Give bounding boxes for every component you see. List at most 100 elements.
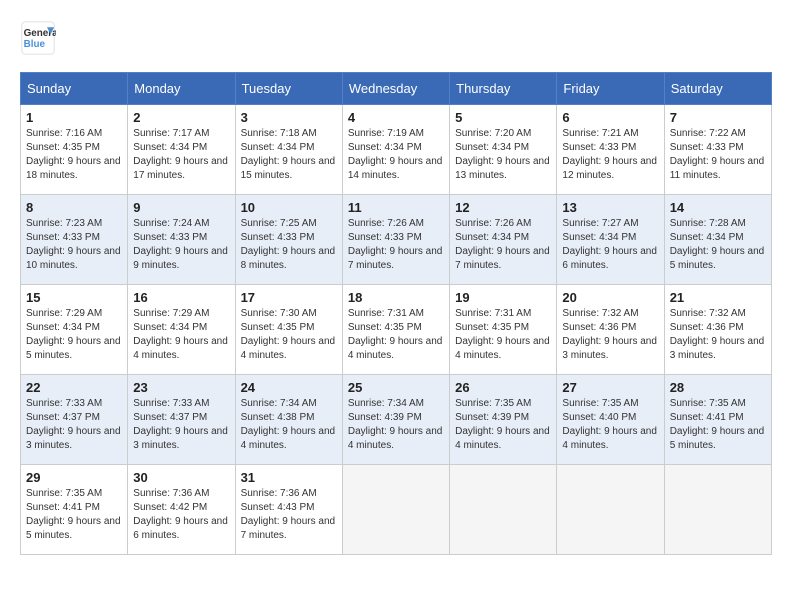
day-info: Sunrise: 7:23 AMSunset: 4:33 PMDaylight:… [26, 217, 122, 273]
day-number: 11 [348, 200, 444, 215]
day-info: Sunrise: 7:34 AMSunset: 4:39 PMDaylight:… [348, 397, 444, 453]
weekday-header-sunday: Sunday [21, 73, 128, 105]
calendar-table: SundayMondayTuesdayWednesdayThursdayFrid… [20, 72, 772, 555]
calendar-cell: 22 Sunrise: 7:33 AMSunset: 4:37 PMDayligh… [21, 375, 128, 465]
day-number: 22 [26, 380, 122, 395]
day-info: Sunrise: 7:27 AMSunset: 4:34 PMDaylight:… [562, 217, 658, 273]
calendar-cell: 18 Sunrise: 7:31 AMSunset: 4:35 PMDayligh… [342, 285, 449, 375]
calendar-cell: 2 Sunrise: 7:17 AMSunset: 4:34 PMDaylight… [128, 105, 235, 195]
day-number: 17 [241, 290, 337, 305]
day-number: 26 [455, 380, 551, 395]
day-number: 12 [455, 200, 551, 215]
weekday-header-row: SundayMondayTuesdayWednesdayThursdayFrid… [21, 73, 772, 105]
day-number: 31 [241, 470, 337, 485]
calendar-cell: 25 Sunrise: 7:34 AMSunset: 4:39 PMDayligh… [342, 375, 449, 465]
day-number: 2 [133, 110, 229, 125]
day-number: 25 [348, 380, 444, 395]
day-info: Sunrise: 7:28 AMSunset: 4:34 PMDaylight:… [670, 217, 766, 273]
calendar-cell: 21Sunrise: 7:32 AMSunset: 4:36 PMDayligh… [664, 285, 771, 375]
day-number: 7 [670, 110, 766, 125]
day-number: 14 [670, 200, 766, 215]
day-info: Sunrise: 7:25 AMSunset: 4:33 PMDaylight:… [241, 217, 337, 273]
calendar-row: 15Sunrise: 7:29 AMSunset: 4:34 PMDayligh… [21, 285, 772, 375]
calendar-cell: 4Sunrise: 7:19 AMSunset: 4:34 PMDaylight… [342, 105, 449, 195]
day-number: 30 [133, 470, 229, 485]
calendar-cell [450, 465, 557, 555]
weekday-header-wednesday: Wednesday [342, 73, 449, 105]
day-info: Sunrise: 7:35 AMSunset: 4:41 PMDaylight:… [26, 487, 122, 543]
day-info: Sunrise: 7:16 AMSunset: 4:35 PMDaylight:… [26, 127, 122, 183]
day-number: 4 [348, 110, 444, 125]
day-number: 13 [562, 200, 658, 215]
day-info: Sunrise: 7:33 AMSunset: 4:37 PMDaylight:… [133, 397, 229, 453]
weekday-header-monday: Monday [128, 73, 235, 105]
day-info: Sunrise: 7:32 AMSunset: 4:36 PMDaylight:… [562, 307, 658, 363]
calendar-cell: 31 Sunrise: 7:36 AMSunset: 4:43 PMDayligh… [235, 465, 342, 555]
weekday-header-friday: Friday [557, 73, 664, 105]
day-info: Sunrise: 7:26 AMSunset: 4:34 PMDaylight:… [455, 217, 551, 273]
calendar-cell: 13 Sunrise: 7:27 AMSunset: 4:34 PMDayligh… [557, 195, 664, 285]
calendar-cell: 7Sunrise: 7:22 AMSunset: 4:33 PMDaylight… [664, 105, 771, 195]
day-number: 8 [26, 200, 122, 215]
calendar-cell: 5 Sunrise: 7:20 AMSunset: 4:34 PMDaylight… [450, 105, 557, 195]
day-info: Sunrise: 7:36 AMSunset: 4:42 PMDaylight:… [133, 487, 229, 543]
day-info: Sunrise: 7:35 AMSunset: 4:41 PMDaylight:… [670, 397, 766, 453]
day-number: 9 [133, 200, 229, 215]
day-info: Sunrise: 7:26 AMSunset: 4:33 PMDaylight:… [348, 217, 444, 273]
day-number: 21 [670, 290, 766, 305]
weekday-header-tuesday: Tuesday [235, 73, 342, 105]
calendar-row: 29 Sunrise: 7:35 AMSunset: 4:41 PMDayligh… [21, 465, 772, 555]
calendar-cell: 24Sunrise: 7:34 AMSunset: 4:38 PMDayligh… [235, 375, 342, 465]
day-number: 5 [455, 110, 551, 125]
logo-icon: General Blue [20, 20, 56, 56]
day-info: Sunrise: 7:29 AMSunset: 4:34 PMDaylight:… [133, 307, 229, 363]
logo: General Blue [20, 20, 56, 56]
day-number: 29 [26, 470, 122, 485]
day-number: 1 [26, 110, 122, 125]
day-info: Sunrise: 7:20 AMSunset: 4:34 PMDaylight:… [455, 127, 551, 183]
calendar-cell: 29 Sunrise: 7:35 AMSunset: 4:41 PMDayligh… [21, 465, 128, 555]
day-info: Sunrise: 7:33 AMSunset: 4:37 PMDaylight:… [26, 397, 122, 453]
day-info: Sunrise: 7:21 AMSunset: 4:33 PMDaylight:… [562, 127, 658, 183]
calendar-cell: 14 Sunrise: 7:28 AMSunset: 4:34 PMDayligh… [664, 195, 771, 285]
day-info: Sunrise: 7:18 AMSunset: 4:34 PMDaylight:… [241, 127, 337, 183]
day-number: 19 [455, 290, 551, 305]
calendar-row: 8 Sunrise: 7:23 AMSunset: 4:33 PMDaylight… [21, 195, 772, 285]
calendar-cell: 17 Sunrise: 7:30 AMSunset: 4:35 PMDayligh… [235, 285, 342, 375]
calendar-cell [342, 465, 449, 555]
calendar-cell: 9 Sunrise: 7:24 AMSunset: 4:33 PMDaylight… [128, 195, 235, 285]
day-info: Sunrise: 7:35 AMSunset: 4:40 PMDaylight:… [562, 397, 658, 453]
calendar-cell: 20 Sunrise: 7:32 AMSunset: 4:36 PMDayligh… [557, 285, 664, 375]
day-info: Sunrise: 7:31 AMSunset: 4:35 PMDaylight:… [348, 307, 444, 363]
calendar-cell: 23 Sunrise: 7:33 AMSunset: 4:37 PMDayligh… [128, 375, 235, 465]
calendar-cell: 12 Sunrise: 7:26 AMSunset: 4:34 PMDayligh… [450, 195, 557, 285]
day-info: Sunrise: 7:30 AMSunset: 4:35 PMDaylight:… [241, 307, 337, 363]
day-info: Sunrise: 7:17 AMSunset: 4:34 PMDaylight:… [133, 127, 229, 183]
day-number: 23 [133, 380, 229, 395]
calendar-cell [557, 465, 664, 555]
calendar-cell: 3 Sunrise: 7:18 AMSunset: 4:34 PMDaylight… [235, 105, 342, 195]
calendar-cell: 27Sunrise: 7:35 AMSunset: 4:40 PMDayligh… [557, 375, 664, 465]
calendar-cell: 15Sunrise: 7:29 AMSunset: 4:34 PMDayligh… [21, 285, 128, 375]
day-number: 6 [562, 110, 658, 125]
calendar-cell: 16Sunrise: 7:29 AMSunset: 4:34 PMDayligh… [128, 285, 235, 375]
day-number: 20 [562, 290, 658, 305]
day-number: 24 [241, 380, 337, 395]
calendar-cell: 11 Sunrise: 7:26 AMSunset: 4:33 PMDayligh… [342, 195, 449, 285]
calendar-row: 22 Sunrise: 7:33 AMSunset: 4:37 PMDayligh… [21, 375, 772, 465]
day-number: 3 [241, 110, 337, 125]
calendar-cell: 10Sunrise: 7:25 AMSunset: 4:33 PMDayligh… [235, 195, 342, 285]
calendar-cell: 19 Sunrise: 7:31 AMSunset: 4:35 PMDayligh… [450, 285, 557, 375]
day-info: Sunrise: 7:24 AMSunset: 4:33 PMDaylight:… [133, 217, 229, 273]
calendar-cell: 1 Sunrise: 7:16 AMSunset: 4:35 PMDaylight… [21, 105, 128, 195]
day-info: Sunrise: 7:29 AMSunset: 4:34 PMDaylight:… [26, 307, 122, 363]
day-info: Sunrise: 7:31 AMSunset: 4:35 PMDaylight:… [455, 307, 551, 363]
day-number: 18 [348, 290, 444, 305]
calendar-cell: 30 Sunrise: 7:36 AMSunset: 4:42 PMDayligh… [128, 465, 235, 555]
day-info: Sunrise: 7:36 AMSunset: 4:43 PMDaylight:… [241, 487, 337, 543]
calendar-row: 1 Sunrise: 7:16 AMSunset: 4:35 PMDaylight… [21, 105, 772, 195]
calendar-cell: 28 Sunrise: 7:35 AMSunset: 4:41 PMDayligh… [664, 375, 771, 465]
svg-text:Blue: Blue [24, 39, 46, 50]
day-number: 28 [670, 380, 766, 395]
page-header: General Blue [20, 20, 772, 56]
